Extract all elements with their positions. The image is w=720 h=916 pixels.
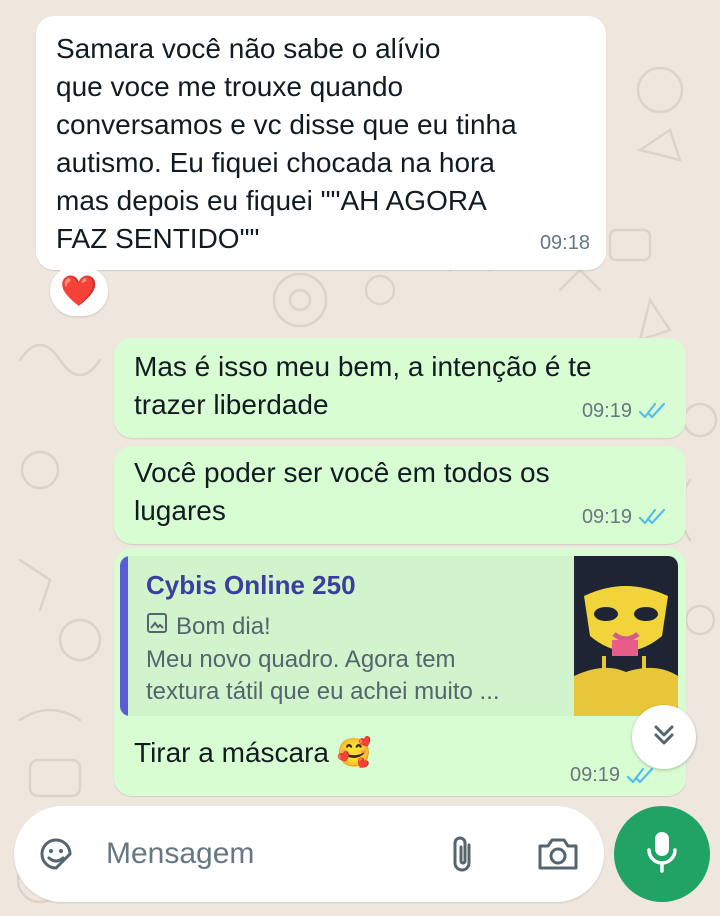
message-time: 09:19 <box>581 400 632 422</box>
message-time: 09:18 <box>539 232 590 254</box>
quote-author: Cybis Online 250 <box>146 570 356 600</box>
double-check-read-icon <box>638 508 668 526</box>
message-composer[interactable]: Mensagem <box>14 806 604 902</box>
message-text: Tirar a máscara 🥰 <box>134 737 372 768</box>
double-check-read-icon <box>638 402 668 420</box>
sticker-icon[interactable] <box>34 832 78 876</box>
mic-icon <box>645 830 679 879</box>
quote-line-2: Meu novo quadro. Agora tem <box>146 646 456 673</box>
camera-icon[interactable] <box>534 832 582 876</box>
quote-line-3: textura tátil que eu achei muito ... <box>146 678 500 705</box>
voice-record-button[interactable] <box>614 806 710 902</box>
message-outgoing[interactable]: Mas é isso meu bem, a intenção é te traz… <box>114 338 686 438</box>
message-outgoing[interactable]: Você poder ser você em todos os lugares … <box>114 446 686 544</box>
heart-reaction-icon: ❤️ <box>60 274 98 308</box>
quote-thumbnail-image <box>574 556 678 716</box>
image-icon <box>146 612 168 641</box>
quoted-message[interactable]: Cybis Online 250 Bom dia! Meu novo quadr… <box>120 556 678 716</box>
message-time: 09:19 <box>570 764 621 786</box>
message-text: Samara você não sabe o alívio que voce m… <box>56 33 517 254</box>
reaction-badge[interactable]: ❤️ <box>50 266 108 316</box>
quote-accent-bar <box>120 556 128 716</box>
double-check-read-icon <box>626 767 656 785</box>
message-input-placeholder[interactable]: Mensagem <box>106 837 254 871</box>
double-chevron-down-icon <box>650 721 678 754</box>
message-incoming[interactable]: Samara você não sabe o alívio que voce m… <box>36 16 606 270</box>
attach-icon[interactable] <box>442 832 482 876</box>
quote-line-1: Bom dia! <box>176 612 271 640</box>
message-time: 09:19 <box>581 506 632 528</box>
scroll-to-bottom-button[interactable] <box>632 705 696 769</box>
